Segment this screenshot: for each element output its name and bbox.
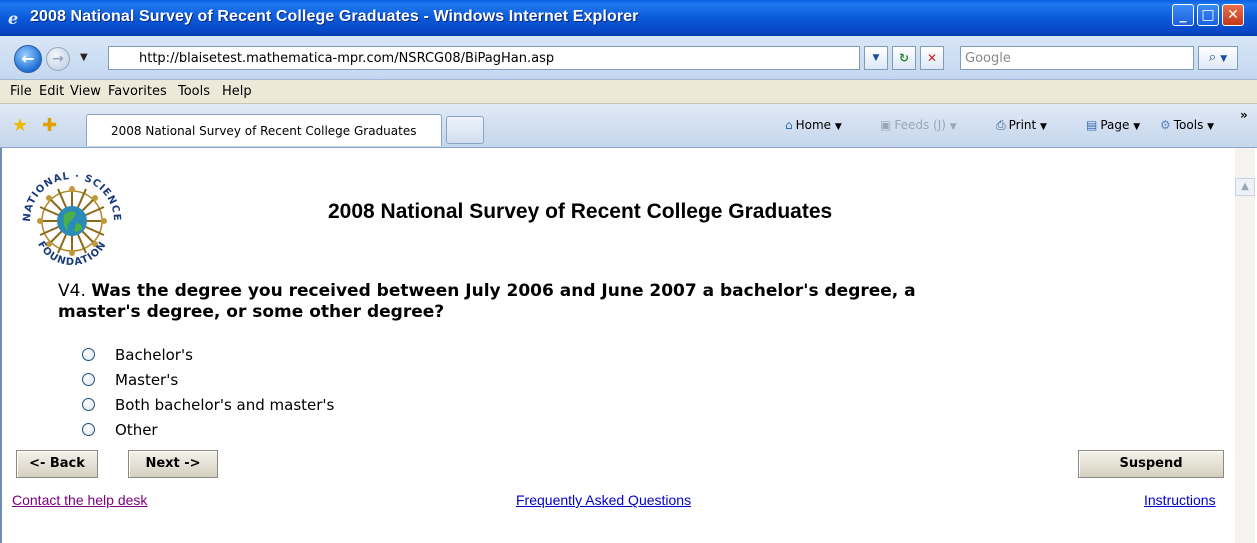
add-favorites-icon[interactable]: ✚ bbox=[42, 115, 57, 136]
back-button[interactable]: <- Back bbox=[16, 450, 98, 478]
menu-help[interactable]: Help bbox=[222, 84, 252, 99]
menu-bar: File Edit View Favorites Tools Help bbox=[0, 80, 1257, 104]
menu-view[interactable]: View bbox=[70, 84, 101, 99]
menu-tools[interactable]: Tools bbox=[178, 84, 210, 99]
radio-button[interactable] bbox=[82, 398, 95, 411]
option-both[interactable]: Both bachelor's and master's bbox=[82, 396, 334, 414]
radio-button[interactable] bbox=[82, 348, 95, 361]
url-field[interactable]: http://blaisetest.mathematica-mpr.com/NS… bbox=[108, 46, 860, 70]
back-arrow-icon[interactable]: ← bbox=[14, 45, 42, 73]
toolbar-overflow-icon[interactable]: » bbox=[1240, 108, 1248, 122]
page-title: 2008 National Survey of Recent College G… bbox=[328, 200, 833, 223]
page-icon: ▤ bbox=[1086, 118, 1098, 132]
url-dropdown-icon[interactable]: ▼ bbox=[864, 46, 888, 70]
window-titlebar: e 2008 National Survey of Recent College… bbox=[0, 0, 1257, 36]
question-text: Was the degree you received between July… bbox=[58, 281, 916, 322]
favorites-star-icon[interactable]: ★ bbox=[12, 115, 28, 136]
menu-file[interactable]: File bbox=[10, 84, 32, 99]
menu-favorites[interactable]: Favorites bbox=[108, 84, 167, 99]
option-other[interactable]: Other bbox=[82, 421, 158, 439]
ie-logo-icon: e bbox=[8, 9, 19, 28]
url-text: http://blaisetest.mathematica-mpr.com/NS… bbox=[139, 51, 555, 66]
feeds-button[interactable]: ▣ Feeds (J) ▼ bbox=[880, 118, 957, 132]
printer-icon: ⎙ bbox=[996, 118, 1006, 132]
radio-button[interactable] bbox=[82, 373, 95, 386]
nsf-logo: NATIONAL · SCIENCE FOUNDATION bbox=[22, 171, 121, 268]
option-bachelors[interactable]: Bachelor's bbox=[82, 346, 193, 364]
question: V4. Was the degree you received between … bbox=[58, 281, 938, 323]
home-icon: ⌂ bbox=[785, 118, 793, 132]
tab-active[interactable]: 2008 National Survey of Recent College G… bbox=[86, 114, 442, 146]
search-input[interactable]: Google bbox=[960, 46, 1194, 70]
search-button[interactable]: ⌕ ▼ bbox=[1198, 46, 1238, 70]
option-label: Other bbox=[115, 421, 158, 439]
close-button[interactable]: ✕ bbox=[1222, 4, 1244, 26]
option-label: Master's bbox=[115, 371, 179, 389]
option-masters[interactable]: Master's bbox=[82, 371, 178, 389]
new-tab-button[interactable] bbox=[446, 116, 484, 144]
option-label: Both bachelor's and master's bbox=[115, 396, 335, 414]
refresh-icon[interactable]: ↻ bbox=[892, 46, 916, 70]
option-label: Bachelor's bbox=[115, 346, 193, 364]
tab-label: 2008 National Survey of Recent College G… bbox=[111, 124, 417, 138]
gear-icon: ⚙ bbox=[1160, 118, 1171, 132]
scroll-up-arrow-icon[interactable]: ▲ bbox=[1235, 178, 1255, 196]
search-placeholder: Google bbox=[965, 51, 1011, 66]
tools-menu-button[interactable]: ⚙ Tools ▼ bbox=[1160, 118, 1214, 132]
maximize-button[interactable]: □ bbox=[1197, 4, 1219, 26]
vertical-scrollbar[interactable]: ▲ bbox=[1235, 148, 1255, 543]
search-icon: ⌕ bbox=[1208, 50, 1217, 65]
next-button[interactable]: Next -> bbox=[128, 450, 218, 478]
help-desk-link[interactable]: Contact the help desk bbox=[12, 492, 147, 508]
history-dropdown-icon[interactable]: ▼ bbox=[80, 52, 88, 63]
suspend-button[interactable]: Suspend bbox=[1078, 450, 1224, 478]
page-menu-button[interactable]: ▤ Page ▼ bbox=[1086, 118, 1140, 132]
address-toolbar: ← → ▼ http://blaisetest.mathematica-mpr.… bbox=[0, 36, 1257, 80]
faq-link[interactable]: Frequently Asked Questions bbox=[516, 492, 691, 508]
feeds-icon: ▣ bbox=[880, 118, 892, 132]
tab-toolbar: ★ ✚ 2008 National Survey of Recent Colle… bbox=[0, 104, 1257, 148]
minimize-button[interactable]: _ bbox=[1172, 4, 1194, 26]
radio-button[interactable] bbox=[82, 423, 95, 436]
question-number: V4. bbox=[58, 281, 86, 301]
window-title: 2008 National Survey of Recent College G… bbox=[30, 8, 639, 25]
print-button[interactable]: ⎙ Print ▼ bbox=[996, 118, 1047, 133]
home-button[interactable]: ⌂ Home ▼ bbox=[785, 118, 842, 132]
instructions-link[interactable]: Instructions bbox=[1144, 492, 1216, 508]
forward-arrow-icon[interactable]: → bbox=[46, 47, 70, 71]
menu-edit[interactable]: Edit bbox=[39, 84, 64, 99]
stop-icon[interactable]: ✕ bbox=[920, 46, 944, 70]
